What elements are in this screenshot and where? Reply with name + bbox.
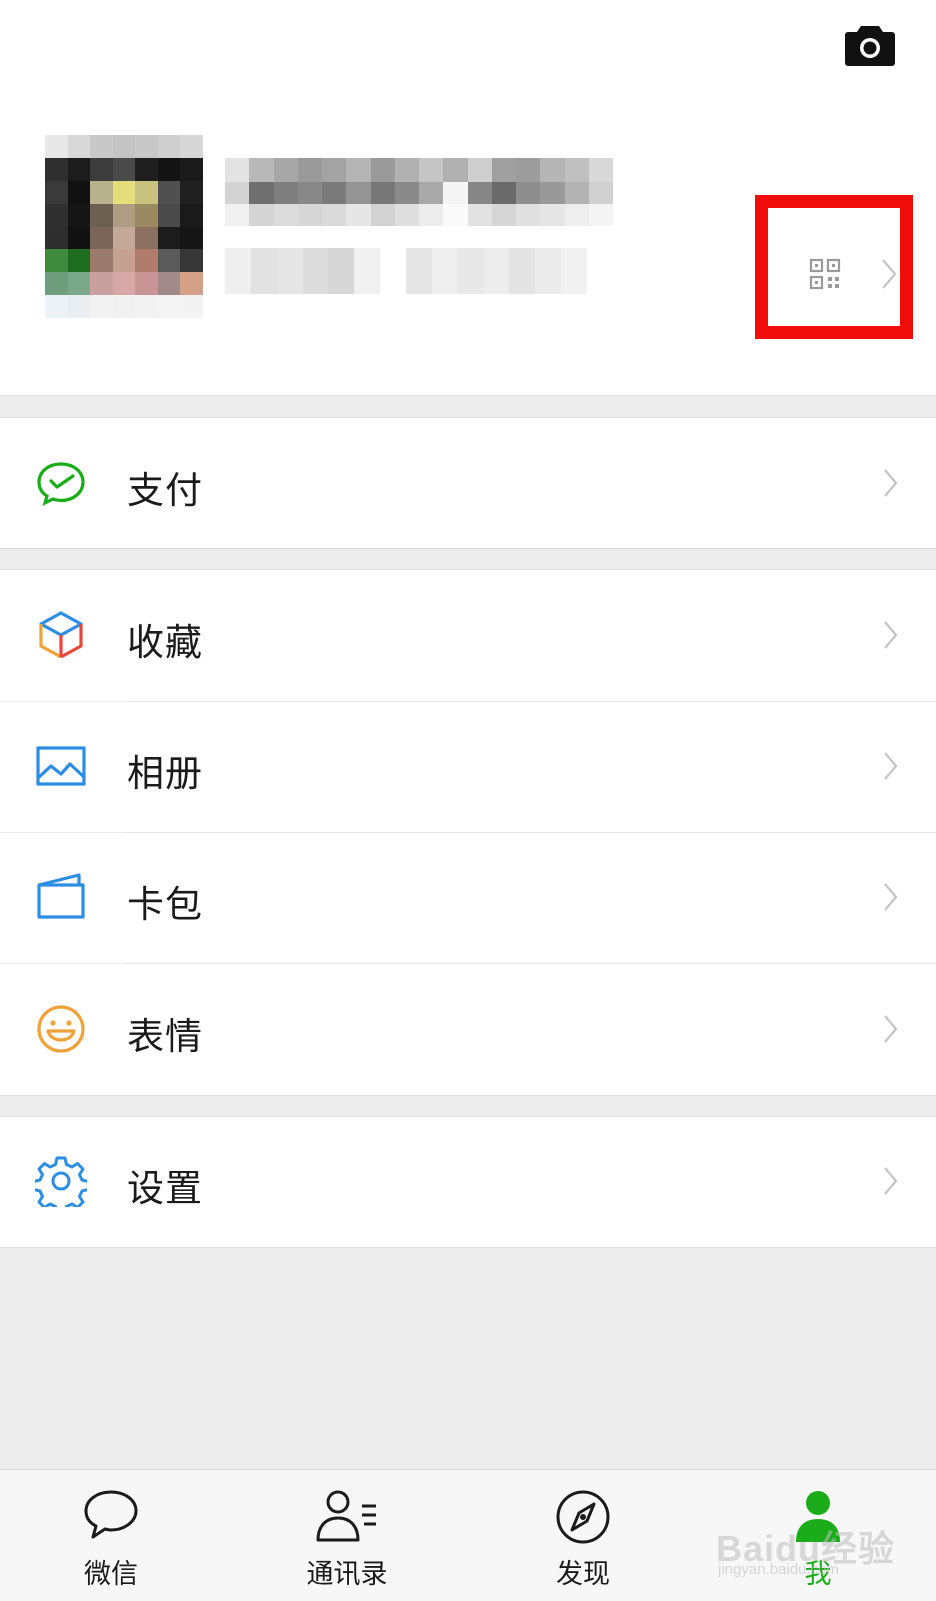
favorites-cube-icon [39,611,83,659]
menu-item-settings[interactable]: 设置 [0,1117,936,1247]
wechat-pay-icon [37,462,85,507]
nickname-obscured-3 [225,204,613,226]
menu-item-card-wallet[interactable]: 卡包 [0,833,936,963]
chevron-right-icon [884,1015,898,1043]
tab-label: 通讯录 [306,1559,388,1590]
tab-chats[interactable]: 微信 [31,1470,191,1601]
menu-item-label: 卡包 [127,883,203,926]
chevron-right-icon [884,621,898,649]
wechat-id-obscured [225,248,588,294]
profile-header[interactable] [0,0,936,396]
menu-item-favorites[interactable]: 收藏 [0,570,936,701]
menu-item-label: 收藏 [127,621,203,664]
compass-icon [556,1490,610,1544]
tab-discover[interactable]: 发现 [503,1470,663,1601]
chat-bubble-icon [84,1490,138,1539]
sticker-smile-icon [37,1005,85,1053]
tab-label: 发现 [556,1559,610,1590]
camera-icon[interactable] [844,22,896,68]
chevron-right-icon [884,752,898,780]
contacts-icon [316,1490,376,1542]
watermark-url: jingyan.baidu.com [718,1561,839,1578]
chevron-right-icon [884,1167,898,1195]
tab-contacts[interactable]: 通讯录 [267,1470,427,1601]
nickname-obscured-2 [225,182,613,204]
tab-label: 微信 [84,1559,138,1590]
menu-item-stickers[interactable]: 表情 [0,964,936,1095]
menu-item-label: 相册 [127,752,203,795]
chevron-right-icon [882,259,897,289]
card-wallet-icon [37,873,85,919]
menu-item-album[interactable]: 相册 [0,702,936,832]
qr-code-icon[interactable] [809,258,841,290]
avatar[interactable] [45,135,203,318]
menu-item-pay[interactable]: 支付 [0,418,936,548]
menu-item-label: 支付 [127,469,203,512]
nickname-obscured [225,158,613,182]
menu-item-label: 表情 [127,1015,203,1058]
album-image-icon [36,746,86,786]
menu-item-label: 设置 [127,1167,203,1210]
settings-gear-icon [35,1156,87,1207]
chevron-right-icon [884,469,898,497]
chevron-right-icon [884,883,898,911]
